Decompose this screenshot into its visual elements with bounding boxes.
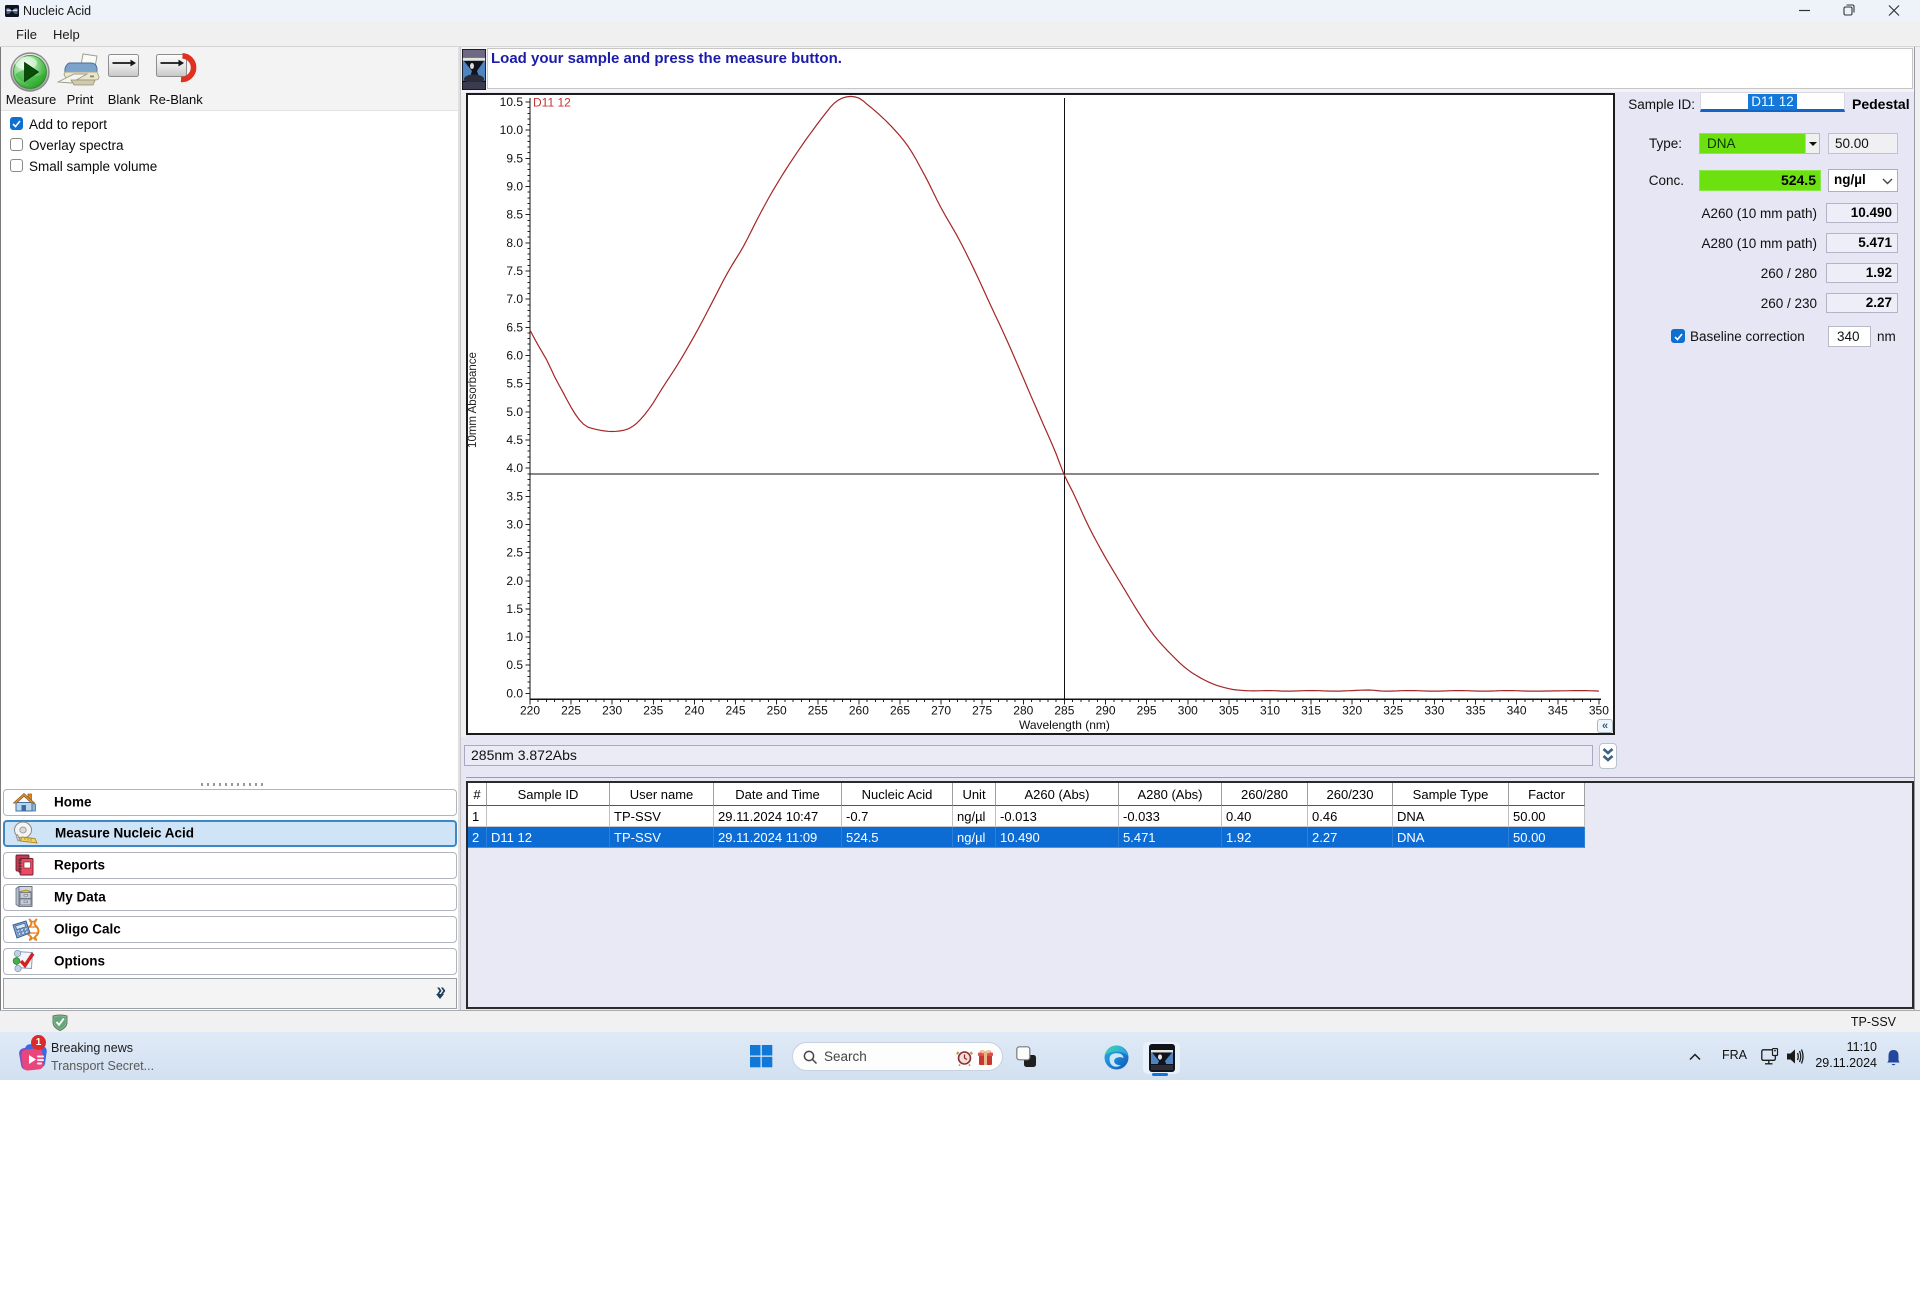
svg-text:340: 340 xyxy=(1507,704,1527,718)
svg-text:310: 310 xyxy=(1260,704,1280,718)
svg-text:325: 325 xyxy=(1383,704,1403,718)
svg-text:230: 230 xyxy=(602,704,622,718)
svg-text:Wavelength (nm): Wavelength (nm) xyxy=(1019,718,1110,732)
svg-text:10.0: 10.0 xyxy=(500,123,524,137)
svg-text:280: 280 xyxy=(1013,704,1033,718)
svg-text:1.5: 1.5 xyxy=(506,602,523,616)
svg-text:7.5: 7.5 xyxy=(506,264,523,278)
svg-text:0.5: 0.5 xyxy=(506,658,523,672)
svg-text:285: 285 xyxy=(1054,704,1074,718)
svg-text:9.5: 9.5 xyxy=(506,151,523,165)
svg-text:9.0: 9.0 xyxy=(506,180,523,194)
svg-text:D11 12: D11 12 xyxy=(533,96,571,110)
svg-text:240: 240 xyxy=(684,704,704,718)
svg-text:8.0: 8.0 xyxy=(506,236,523,250)
svg-text:335: 335 xyxy=(1465,704,1485,718)
svg-text:4.0: 4.0 xyxy=(506,461,523,475)
svg-text:250: 250 xyxy=(767,704,787,718)
svg-text:4.5: 4.5 xyxy=(506,433,523,447)
svg-text:10mm Absorbance: 10mm Absorbance xyxy=(468,352,479,448)
svg-text:345: 345 xyxy=(1548,704,1568,718)
svg-text:3.0: 3.0 xyxy=(506,517,523,531)
svg-text:6.5: 6.5 xyxy=(506,320,523,334)
svg-text:320: 320 xyxy=(1342,704,1362,718)
svg-text:350: 350 xyxy=(1589,704,1609,718)
svg-text:2.0: 2.0 xyxy=(506,574,523,588)
svg-text:300: 300 xyxy=(1178,704,1198,718)
svg-text:275: 275 xyxy=(972,704,992,718)
svg-text:255: 255 xyxy=(808,704,828,718)
svg-text:270: 270 xyxy=(931,704,951,718)
svg-text:2.5: 2.5 xyxy=(506,546,523,560)
svg-text:290: 290 xyxy=(1095,704,1115,718)
svg-text:265: 265 xyxy=(890,704,910,718)
svg-text:260: 260 xyxy=(849,704,869,718)
svg-text:3.5: 3.5 xyxy=(506,489,523,503)
svg-text:235: 235 xyxy=(643,704,663,718)
svg-text:10.5: 10.5 xyxy=(500,95,524,109)
svg-text:315: 315 xyxy=(1301,704,1321,718)
svg-text:6.0: 6.0 xyxy=(506,349,523,363)
svg-text:220: 220 xyxy=(520,704,540,718)
svg-text:245: 245 xyxy=(725,704,745,718)
svg-text:5.5: 5.5 xyxy=(506,377,523,391)
svg-text:295: 295 xyxy=(1137,704,1157,718)
svg-text:1.0: 1.0 xyxy=(506,630,523,644)
svg-text:7.0: 7.0 xyxy=(506,292,523,306)
svg-text:0.0: 0.0 xyxy=(506,686,523,700)
svg-text:305: 305 xyxy=(1219,704,1239,718)
svg-text:225: 225 xyxy=(561,704,581,718)
svg-text:330: 330 xyxy=(1424,704,1444,718)
svg-text:8.5: 8.5 xyxy=(506,208,523,222)
svg-text:5.0: 5.0 xyxy=(506,405,523,419)
